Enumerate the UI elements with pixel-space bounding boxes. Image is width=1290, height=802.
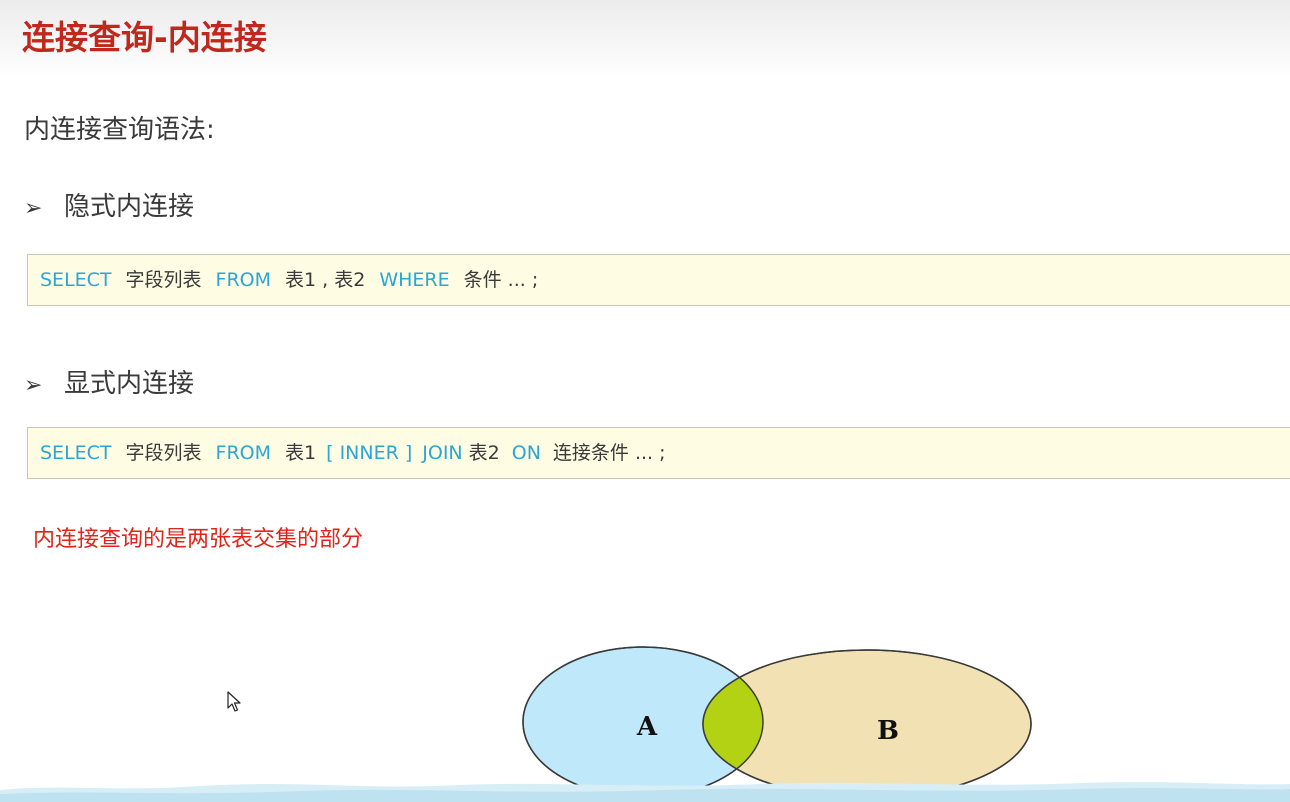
explicit-join-heading: ➢ 显式内连接 [24,364,194,406]
syntax-heading: 内连接查询语法: [24,115,215,145]
arrow-cursor-icon [227,691,241,712]
code-token: JOIN [422,442,463,464]
bullet-arrow-icon: ➢ [24,373,43,398]
code-token: FROM [215,269,272,291]
code-token: 条件 ... ; [463,269,539,291]
code-token: SELECT [40,269,112,291]
code-token: 字段列表 [125,442,202,464]
set-b-label: B [877,716,899,746]
implicit-join-code: SELECT 字段列表 FROM 表1 , 表2 WHERE 条件 ... ; [27,254,1290,306]
code-token: 表1 [285,442,317,464]
bottom-decorative-band [0,782,1290,802]
implicit-join-label: 隐式内连接 [64,192,195,222]
code-token: FROM [215,442,272,464]
title-bar: 连接查询-内连接 [0,0,1290,78]
bullet-arrow-icon: ➢ [24,196,43,221]
code-token: 字段列表 [125,269,202,291]
explicit-join-code: SELECT 字段列表 FROM 表1 [ INNER ] JOIN 表2 ON 连接条件 ..… [27,427,1290,479]
code-token: WHERE [379,269,450,291]
code-token: SELECT [40,442,112,464]
code-token: 表1 , 表2 [285,269,366,291]
code-token: [ INNER ] [326,442,413,464]
code-token: ON [511,442,541,464]
code-token: 连接条件 ... ; [552,442,666,464]
page-title: 连接查询-内连接 [22,18,267,57]
explicit-join-label: 显式内连接 [64,369,195,399]
code-token: 表2 [468,442,500,464]
implicit-join-heading: ➢ 隐式内连接 [24,187,194,229]
set-a-label: A [636,712,658,742]
inner-join-note: 内连接查询的是两张表交集的部分 [33,527,364,552]
